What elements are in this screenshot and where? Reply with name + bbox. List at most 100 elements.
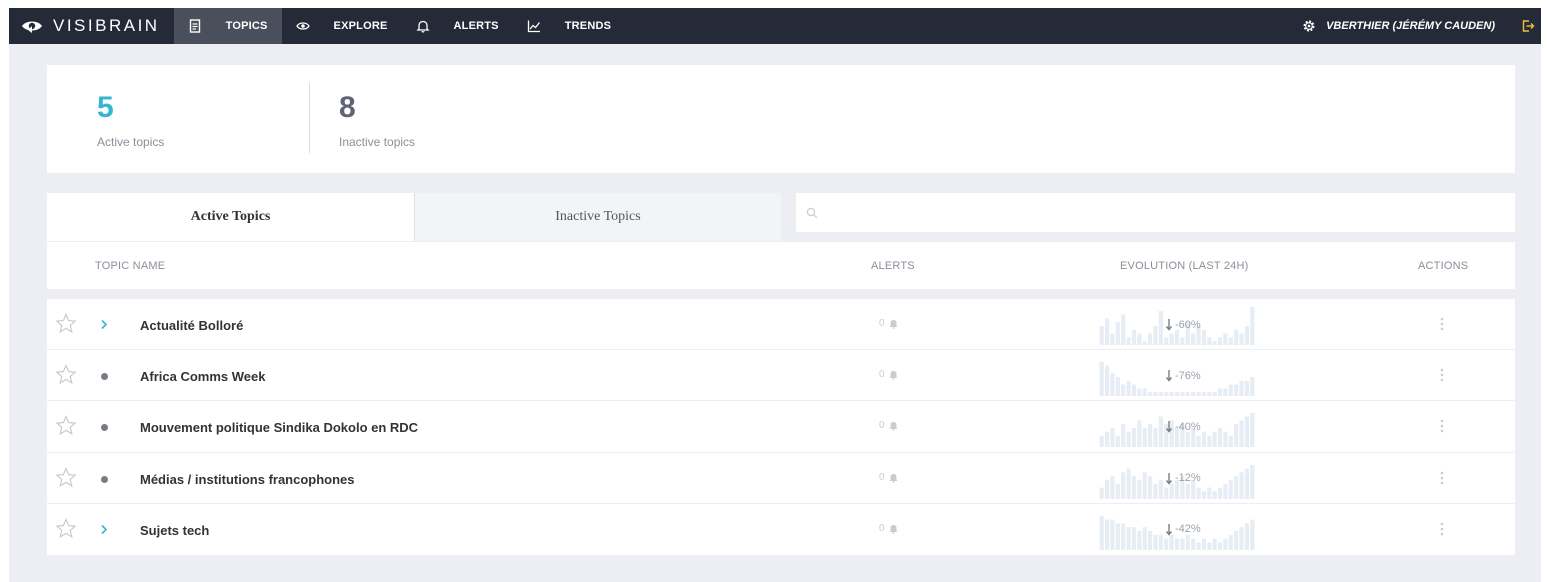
bell-icon — [889, 473, 898, 483]
alerts-count: 0 — [879, 369, 899, 380]
sparkline-bar — [1217, 388, 1223, 397]
star-icon[interactable] — [55, 364, 77, 385]
logout-icon[interactable] — [1521, 19, 1535, 33]
sparkline-bar — [1148, 424, 1153, 448]
sparkline-bar — [1121, 384, 1126, 397]
sparkline-bar — [1196, 487, 1201, 499]
sparkline-bar — [1234, 475, 1239, 499]
topic-name[interactable]: Actualité Bolloré — [140, 318, 243, 333]
visibrain-logo-icon — [22, 21, 42, 33]
active-topics-stat[interactable]: 5 Active topics — [97, 91, 164, 149]
sparkline-bar — [1115, 483, 1120, 499]
topic-name[interactable]: Sujets tech — [140, 523, 209, 538]
table-row[interactable]: Mouvement politique Sindika Dokolo en RD… — [47, 401, 1515, 453]
sparkline-bar — [1174, 538, 1180, 550]
table-row[interactable]: Sujets tech 0 -42% — [47, 504, 1515, 555]
inactive-topics-count: 8 — [339, 91, 356, 124]
sparkline-bar — [1223, 432, 1228, 448]
header-alerts[interactable]: ALERTS — [871, 260, 915, 272]
sparkline-bar — [1185, 392, 1190, 397]
header-topic-name[interactable]: TOPIC NAME — [95, 260, 165, 272]
bell-icon — [889, 422, 898, 432]
nav-trends[interactable]: TRENDS — [513, 8, 625, 44]
sparkline-bar — [1228, 479, 1233, 499]
more-actions-icon[interactable] — [1440, 521, 1444, 537]
sparkline-bar — [1217, 337, 1223, 345]
stat-divider — [309, 83, 310, 153]
more-actions-icon[interactable] — [1440, 418, 1444, 434]
sparkline-bar — [1153, 534, 1158, 550]
evolution-percent: -42% — [1175, 523, 1201, 536]
sparkline-bar — [1126, 380, 1131, 397]
sparkline-bar — [1207, 487, 1212, 499]
nav-explore-label: EXPLORE — [333, 20, 388, 32]
sparkline-bar — [1234, 530, 1239, 550]
nav-topics[interactable]: TOPICS — [173, 8, 282, 44]
search-input[interactable] — [818, 193, 1515, 232]
sparkline-bar — [1201, 392, 1206, 397]
nav-alerts[interactable]: ALERTS — [402, 8, 513, 44]
header-evolution[interactable]: EVOLUTION (LAST 24H) — [1120, 260, 1249, 272]
table-row[interactable]: Médias / institutions francophones 0 -12… — [47, 453, 1515, 504]
document-icon — [189, 19, 200, 33]
sparkline-bar — [1126, 432, 1131, 448]
search-icon — [806, 207, 818, 218]
chevron-right-icon[interactable] — [100, 319, 108, 330]
topic-name[interactable]: Mouvement politique Sindika Dokolo en RD… — [140, 420, 418, 435]
sparkline-bar — [1174, 392, 1180, 397]
sparkline-bar — [1217, 487, 1223, 499]
arrow-down-icon — [1165, 421, 1173, 433]
sparkline-bar — [1244, 380, 1250, 397]
inactive-topics-label: Inactive topics — [339, 135, 416, 149]
sparkline-bar — [1131, 329, 1137, 345]
evolution-percent: -60% — [1175, 318, 1201, 331]
topic-name[interactable]: Africa Comms Week — [140, 369, 265, 384]
more-actions-icon[interactable] — [1440, 470, 1444, 486]
sparkline-bar — [1180, 337, 1185, 345]
chevron-right-icon[interactable] — [100, 524, 108, 535]
star-icon[interactable] — [55, 415, 77, 436]
more-actions-icon[interactable] — [1440, 367, 1444, 383]
alerts-count: 0 — [879, 472, 899, 483]
bell-icon — [889, 524, 898, 534]
nav-explore[interactable]: EXPLORE — [282, 8, 402, 44]
sparkline-bar — [1201, 432, 1206, 448]
table-row[interactable]: Africa Comms Week 0 -76% — [47, 350, 1515, 402]
sparkline-bar — [1131, 526, 1137, 550]
star-icon[interactable] — [55, 466, 77, 488]
sparkline-bar — [1148, 530, 1153, 550]
inactive-topics-stat[interactable]: 8 Inactive topics — [339, 91, 415, 149]
topic-name[interactable]: Médias / institutions francophones — [140, 472, 355, 487]
tab-active-topics[interactable]: Active Topics — [47, 193, 414, 241]
sparkline-bar — [1207, 542, 1212, 550]
sparkline-bar — [1207, 435, 1212, 448]
star-icon[interactable] — [55, 517, 77, 539]
brand-logo[interactable]: VISIBRAIN — [9, 8, 160, 44]
sparkline-bar — [1164, 487, 1169, 499]
sparkline-bar — [1244, 326, 1250, 345]
sparkline-bar — [1148, 333, 1153, 345]
bell-icon — [889, 320, 898, 329]
status-dot — [101, 475, 108, 483]
tab-inactive-topics[interactable]: Inactive Topics — [414, 193, 781, 241]
sparkline-bar — [1239, 526, 1244, 550]
user-menu[interactable]: VBERTHIER (JÉRÉMY CAUDEN) — [1302, 8, 1495, 44]
sparkline-bar — [1212, 432, 1217, 448]
more-actions-icon[interactable] — [1440, 316, 1444, 332]
sparkline-bar — [1185, 483, 1190, 499]
sparkline-bar — [1244, 523, 1250, 550]
sparkline-bar — [1104, 365, 1110, 397]
evolution-value: -42% — [1165, 523, 1201, 536]
sparkline-bar — [1148, 475, 1153, 499]
table-row[interactable]: Actualité Bolloré 0 -60% — [47, 299, 1515, 351]
sparkline-bar — [1239, 380, 1244, 397]
bell-icon — [889, 371, 898, 381]
sparkline-bar — [1239, 471, 1244, 499]
star-icon[interactable] — [55, 313, 77, 334]
sparkline-bar — [1153, 428, 1158, 448]
sparkline-bar — [1153, 483, 1158, 499]
arrow-down-icon — [1165, 370, 1173, 382]
sparkline-bar — [1185, 534, 1190, 550]
sparkline-bar — [1212, 490, 1217, 499]
arrow-down-icon — [1165, 319, 1173, 331]
